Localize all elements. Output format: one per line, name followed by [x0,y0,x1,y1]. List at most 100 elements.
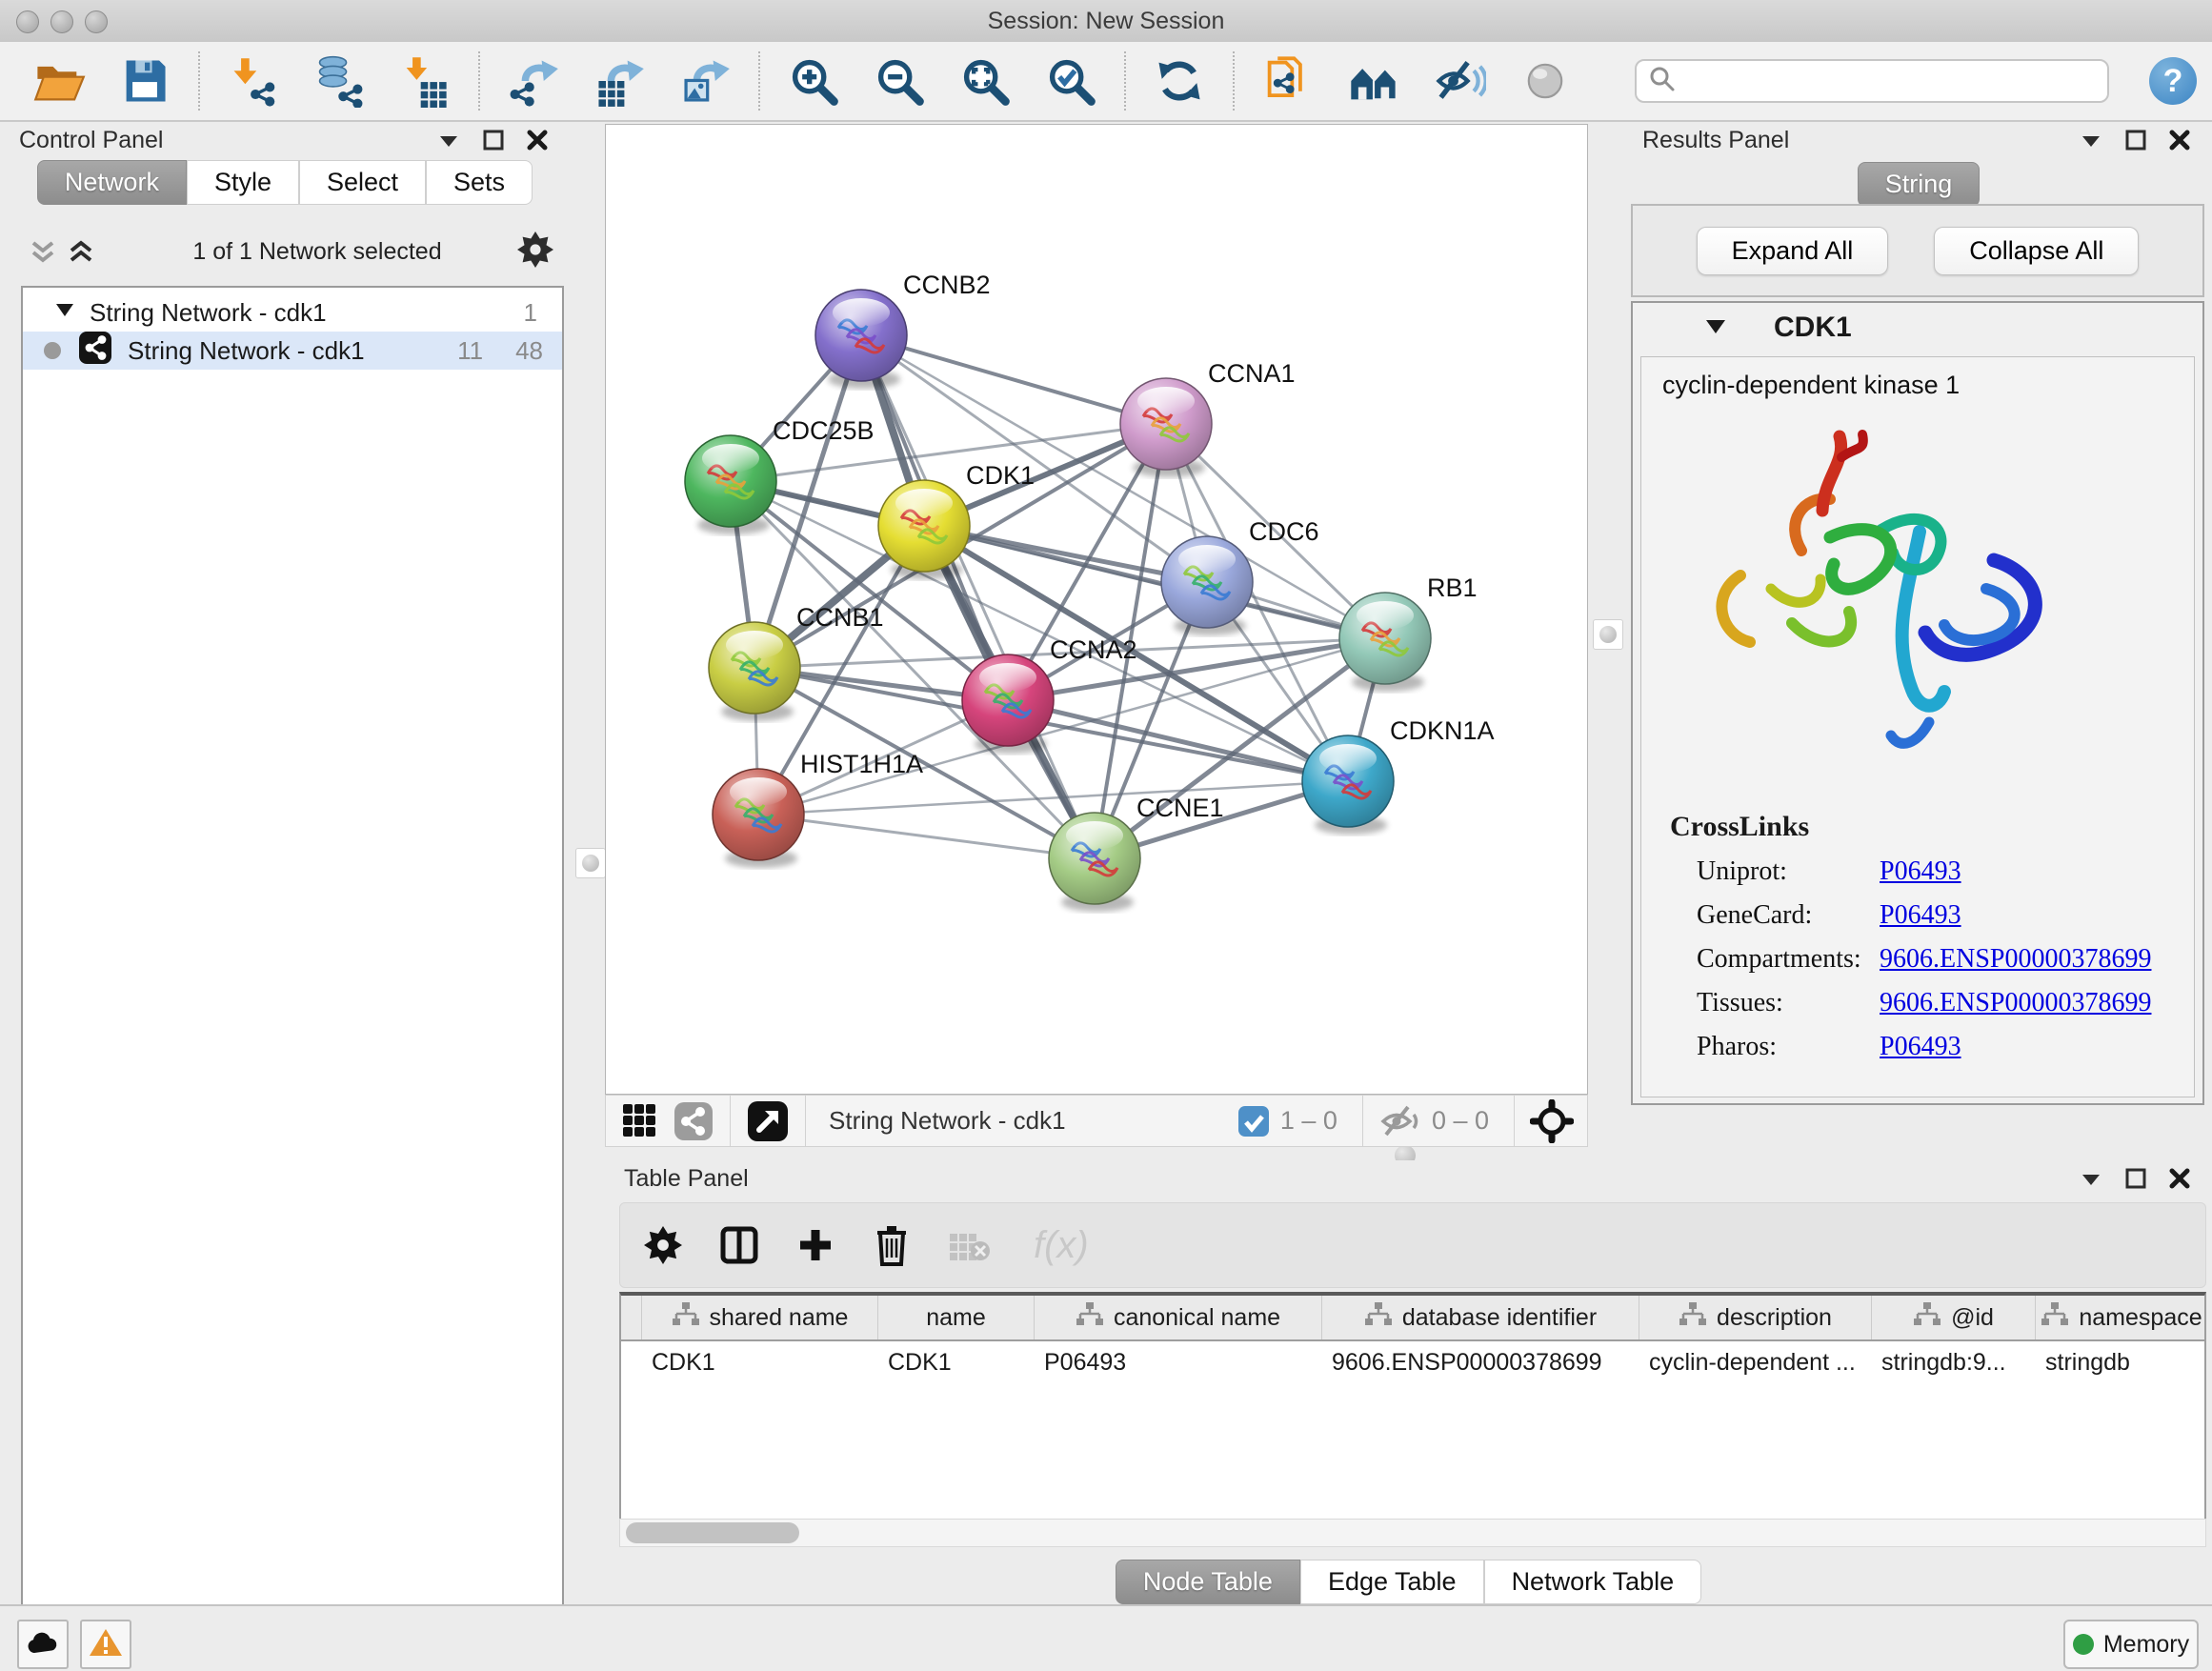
tab-select[interactable]: Select [299,160,426,205]
tab-style[interactable]: Style [187,160,299,205]
show-all-icon[interactable] [1518,54,1572,108]
crosslinks-title: CrossLinks [1670,811,2194,843]
table-cell[interactable]: P06493 [1035,1341,1322,1384]
import-table-file-icon[interactable] [398,54,452,108]
crosslink-value-link[interactable]: P06493 [1880,900,1961,931]
export-table-icon[interactable] [593,54,646,108]
search-input[interactable] [1677,67,2096,95]
close-panel-icon[interactable] [2168,129,2191,151]
column-header--id[interactable]: @id [1872,1296,2036,1339]
crosslink-value-link[interactable]: 9606.ENSP00000378699 [1880,988,2151,1018]
tab-network[interactable]: Network [37,160,187,205]
column-header-namespace[interactable]: namespace [2036,1296,2206,1339]
table-horizontal-scrollbar[interactable] [619,1519,2206,1547]
table-cell[interactable]: 9606.ENSP00000378699 [1322,1341,1639,1384]
tab-sets[interactable]: Sets [426,160,533,205]
zoom-selected-icon[interactable] [1044,54,1097,108]
warning-icon [89,1627,123,1662]
zoom-in-icon[interactable] [787,54,840,108]
open-session-icon[interactable] [32,54,86,108]
zoom-fit-icon[interactable] [958,54,1012,108]
network-column-icon [1913,1301,1941,1334]
save-session-icon[interactable] [118,54,171,108]
network-canvas[interactable]: CDK1CCNB1CCNB2CCNA1CCNA2CCNE1CDC25BCDC6C… [605,124,1588,1095]
crosslink-row: Compartments:9606.ENSP00000378699 [1697,944,2194,975]
birds-eye-view-icon[interactable] [746,1099,790,1143]
tab-node-table[interactable]: Node Table [1116,1560,1300,1604]
toolbar-separator [198,51,200,111]
memory-button[interactable]: Memory [2063,1620,2199,1669]
panel-menu-icon[interactable] [2079,1166,2103,1191]
expand-all-button[interactable]: Expand All [1697,227,1889,275]
gene-section-header[interactable]: CDK1 [1633,303,2202,352]
column-visibility-icon[interactable] [719,1225,759,1265]
import-network-database-icon[interactable] [312,54,366,108]
node-label: CDC25B [773,416,875,445]
table-cell[interactable]: stringdb [2036,1341,2206,1384]
collapse-all-button[interactable]: Collapse All [1934,227,2139,275]
network-overview-icon[interactable] [673,1100,714,1142]
close-panel-icon[interactable] [2168,1167,2191,1190]
new-network-from-selection-icon[interactable] [1261,54,1315,108]
node-table[interactable]: shared namenamecanonical namedatabase id… [619,1292,2206,1540]
close-panel-icon[interactable] [526,129,549,151]
add-column-icon[interactable] [795,1225,835,1265]
column-header-description[interactable]: description [1639,1296,1872,1339]
panel-menu-icon[interactable] [436,128,461,152]
right-splitter-handle[interactable] [1593,619,1623,650]
column-header-canonical-name[interactable]: canonical name [1035,1296,1322,1339]
crosslink-label: Uniprot: [1697,856,1880,887]
warnings-button[interactable] [80,1620,131,1669]
search-field[interactable] [1635,59,2109,103]
export-image-icon[interactable] [678,54,732,108]
table-cell[interactable]: stringdb:9... [1872,1341,2036,1384]
node-CCNA1[interactable]: CCNA1 [1120,359,1296,477]
table-settings-icon[interactable] [643,1225,683,1265]
selected-nodes-checkbox-icon[interactable] [1237,1104,1271,1138]
float-panel-icon[interactable] [2124,1167,2147,1190]
table-cell[interactable]: CDK1 [878,1341,1035,1384]
section-expander-icon[interactable] [1703,313,1728,343]
node-CDK1[interactable]: CDK1 [878,461,1035,579]
first-neighbors-icon[interactable] [1347,54,1400,108]
tab-string[interactable]: String [1858,162,1981,207]
crosslink-value-link[interactable]: P06493 [1880,856,1961,887]
svg-text:f(x): f(x) [1034,1224,1089,1266]
crosslink-value-link[interactable]: P06493 [1880,1032,1961,1062]
hide-selected-icon[interactable] [1433,54,1486,108]
tab-edge-table[interactable]: Edge Table [1300,1560,1484,1604]
network-row[interactable]: String Network - cdk1 11 48 [23,332,562,370]
export-network-icon[interactable] [507,54,560,108]
crosslink-row: Pharos:P06493 [1697,1032,2194,1062]
network-collection-row[interactable]: String Network - cdk1 1 [23,293,562,332]
crosslink-value-link[interactable]: 9606.ENSP00000378699 [1880,944,2151,975]
node-CCNB2[interactable]: CCNB2 [815,271,991,389]
node-RB1[interactable]: RB1 [1339,574,1478,692]
float-panel-icon[interactable] [2124,129,2147,151]
scrollbar-thumb[interactable] [626,1522,799,1543]
float-panel-icon[interactable] [482,129,505,151]
grid-view-icon[interactable] [619,1100,661,1142]
table-cell[interactable]: cyclin-dependent ... [1639,1341,1872,1384]
table-cell[interactable]: CDK1 [642,1341,878,1384]
column-header-database-identifier[interactable]: database identifier [1322,1296,1639,1339]
column-header-shared-name[interactable]: shared name [642,1296,878,1339]
expand-all-networks-icon[interactable] [65,235,97,268]
node-HIST1H1A[interactable]: HIST1H1A [713,750,923,868]
crosslink-label: GeneCard: [1697,900,1880,931]
cloud-status-button[interactable] [17,1620,69,1669]
collapse-all-networks-icon[interactable] [27,235,59,268]
column-header-name[interactable]: name [878,1296,1035,1339]
fit-selected-crosshair-icon[interactable] [1530,1099,1574,1143]
tree-expander-icon[interactable] [53,298,76,328]
network-options-gear-icon[interactable] [516,231,554,273]
help-button[interactable]: ? [2149,57,2197,105]
delete-column-icon[interactable] [872,1223,912,1267]
left-splitter-handle[interactable] [575,848,606,878]
node-CDKN1A[interactable]: CDKN1A [1302,716,1495,835]
import-network-file-icon[interactable] [227,54,280,108]
zoom-out-icon[interactable] [873,54,926,108]
tab-network-table[interactable]: Network Table [1484,1560,1702,1604]
apply-preferred-layout-icon[interactable] [1153,54,1206,108]
panel-menu-icon[interactable] [2079,128,2103,152]
